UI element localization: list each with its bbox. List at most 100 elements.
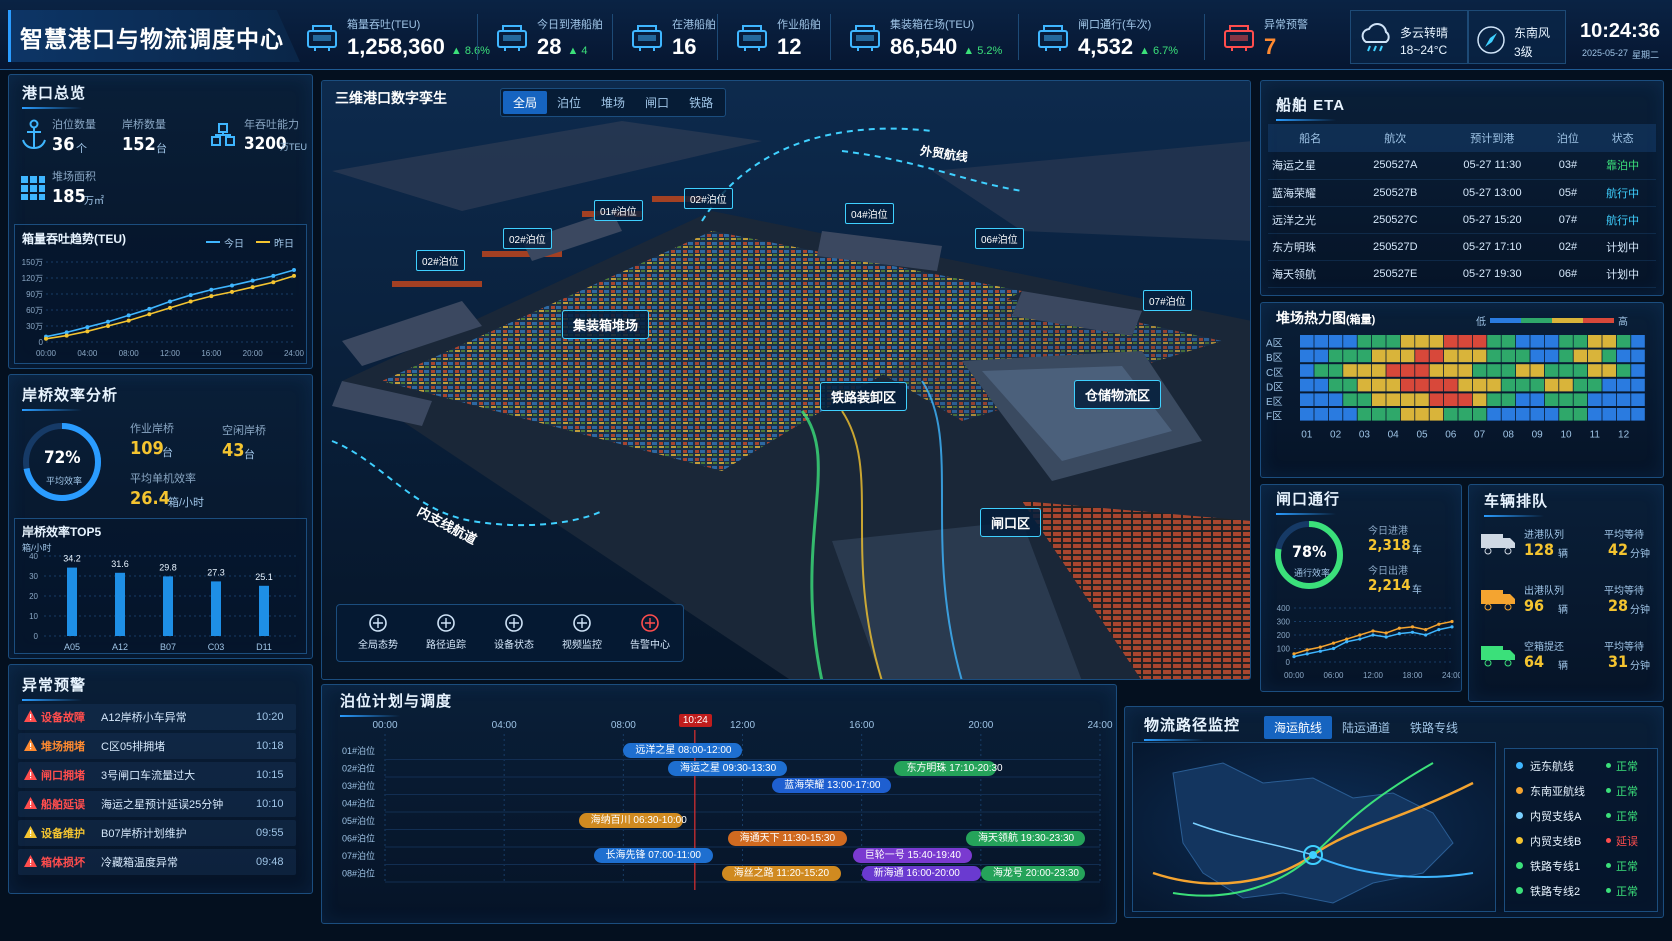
heatmap-cell[interactable] <box>1631 335 1645 348</box>
berth-label-01[interactable]: 01#泊位 <box>594 200 643 221</box>
tab-gate[interactable]: 闸口 <box>635 91 679 114</box>
heatmap-cell[interactable] <box>1544 378 1559 392</box>
heatmap-cell[interactable] <box>1444 364 1458 377</box>
toolbar-button-1[interactable]: 路径追踪 <box>414 612 478 658</box>
heatmap-cell[interactable] <box>1429 335 1444 348</box>
heatmap-cell[interactable] <box>1372 364 1386 377</box>
heatmap-cell[interactable] <box>1300 378 1314 392</box>
gantt-bar[interactable]: 海纳百川 06:30-10:00 <box>578 813 687 828</box>
berth-label-02b[interactable]: 02#泊位 <box>503 228 552 249</box>
heatmap-cell[interactable] <box>1458 364 1472 377</box>
heatmap-cell[interactable] <box>1415 393 1429 406</box>
heatmap-cell[interactable] <box>1631 408 1645 421</box>
heatmap-cell[interactable] <box>1400 335 1415 348</box>
heatmap-cell[interactable] <box>1516 349 1530 363</box>
heatmap-cell[interactable] <box>1516 335 1530 348</box>
heatmap-cell[interactable] <box>1429 378 1444 392</box>
heatmap-cell[interactable] <box>1458 393 1472 406</box>
heatmap-cell[interactable] <box>1314 349 1328 363</box>
heatmap-cell[interactable] <box>1300 335 1314 348</box>
gantt-bar[interactable]: 海丝之路 11:20-15:20 <box>721 865 841 881</box>
heatmap-cell[interactable] <box>1588 378 1602 392</box>
heatmap-cell[interactable] <box>1487 364 1501 377</box>
heatmap-cell[interactable] <box>1415 378 1429 392</box>
heatmap-cell[interactable] <box>1487 349 1501 363</box>
tab-global[interactable]: 全局 <box>503 91 548 114</box>
kpi-4[interactable]: 集装箱在场(TEU) 86,540 ▲ 5.2% <box>848 10 1002 65</box>
heatmap-cell[interactable] <box>1444 335 1458 348</box>
heatmap-cell[interactable] <box>1602 349 1616 363</box>
heatmap-cell[interactable] <box>1588 408 1602 421</box>
heatmap-cell[interactable] <box>1602 378 1616 392</box>
heatmap-cell[interactable] <box>1530 393 1544 406</box>
heatmap-cell[interactable] <box>1372 335 1386 348</box>
gantt-bar[interactable]: 蓝海荣耀 13:00-17:00 <box>772 778 892 793</box>
toolbar-button-2[interactable]: 设备状态 <box>482 612 546 658</box>
zone-rail-loading[interactable]: 铁路装卸区 <box>820 382 908 411</box>
heatmap-cell[interactable] <box>1343 349 1357 363</box>
heatmap-cell[interactable] <box>1544 408 1559 421</box>
heatmap-cell[interactable] <box>1300 408 1314 421</box>
heatmap-cell[interactable] <box>1386 349 1400 363</box>
alarm-row[interactable]: 设备故障 A12岸桥小车异常 10:20 <box>18 704 296 730</box>
eta-row[interactable]: 东方明珠 250527D 05-27 17:10 02# 计划中 <box>1268 233 1656 261</box>
heatmap-cell[interactable] <box>1616 393 1631 406</box>
alarm-row[interactable]: 堆场拥堵 C区05排拥堵 10:18 <box>18 733 296 759</box>
gantt-bar[interactable]: 海通天下 11:30-15:30 <box>727 830 847 846</box>
heatmap-cell[interactable] <box>1573 393 1588 406</box>
heatmap-cell[interactable] <box>1357 378 1372 392</box>
heatmap-cell[interactable] <box>1588 335 1602 348</box>
eta-row[interactable]: 海运之星 250527A 05-27 11:30 03# 靠泊中 <box>1268 152 1656 180</box>
heatmap-cell[interactable] <box>1616 408 1631 421</box>
heatmap-cell[interactable] <box>1314 408 1328 421</box>
heatmap-cell[interactable] <box>1357 408 1372 421</box>
heatmap-cell[interactable] <box>1372 378 1386 392</box>
berth-label-02a[interactable]: 02#泊位 <box>684 188 733 209</box>
heatmap-cell[interactable] <box>1357 349 1372 363</box>
heatmap-cell[interactable] <box>1415 349 1429 363</box>
heatmap-cell[interactable] <box>1314 378 1328 392</box>
heatmap-cell[interactable] <box>1357 393 1372 406</box>
tab-yard[interactable]: 堆场 <box>591 91 635 114</box>
heatmap-cell[interactable] <box>1472 378 1487 392</box>
heatmap-cell[interactable] <box>1314 393 1328 406</box>
gantt-bar[interactable]: 远洋之星 08:00-12:00 <box>623 743 743 758</box>
gantt-bar[interactable]: 海天领航 19:30-23:30 <box>965 830 1086 846</box>
gantt-bar[interactable]: 长海先锋 07:00-11:00 <box>593 848 713 863</box>
heatmap-cell[interactable] <box>1328 335 1343 348</box>
heatmap-cell[interactable] <box>1487 408 1501 421</box>
tab-rail-route[interactable]: 铁路专线 <box>1400 716 1468 739</box>
heatmap-cell[interactable] <box>1386 335 1400 348</box>
heatmap-cell[interactable] <box>1516 408 1530 421</box>
alarm-row[interactable]: 设备维护 B07岸桥计划维护 09:55 <box>18 820 296 846</box>
gantt-bar[interactable]: 海运之星 09:30-13:30 <box>668 760 788 776</box>
heatmap-cell[interactable] <box>1300 349 1314 363</box>
route-name[interactable]: 东南亚航线 <box>1530 783 1585 799</box>
heatmap-cell[interactable] <box>1530 364 1544 377</box>
zone-warehouse[interactable]: 仓储物流区 <box>1074 380 1162 409</box>
kpi-0[interactable]: 箱量吞吐(TEU) 1,258,360 ▲ 8.6% <box>305 10 490 65</box>
heatmap-cell[interactable] <box>1501 393 1516 406</box>
heatmap-cell[interactable] <box>1559 335 1573 348</box>
heatmap-cell[interactable] <box>1631 393 1645 406</box>
heatmap-cell[interactable] <box>1328 408 1343 421</box>
heatmap-cell[interactable] <box>1631 364 1645 377</box>
heatmap-cell[interactable] <box>1444 393 1458 406</box>
top5-bar[interactable] <box>115 572 125 636</box>
heatmap-cell[interactable] <box>1343 408 1357 421</box>
heatmap-cell[interactable] <box>1328 349 1343 363</box>
kpi-6[interactable]: 异常预警 7 <box>1222 10 1308 65</box>
toolbar-button-4[interactable]: 告警中心 <box>618 612 682 658</box>
top5-bar[interactable] <box>163 576 173 636</box>
tab-berth[interactable]: 泊位 <box>547 91 591 114</box>
heatmap-cell[interactable] <box>1343 378 1357 392</box>
heatmap-cell[interactable] <box>1300 364 1314 377</box>
heatmap-cell[interactable] <box>1415 364 1429 377</box>
heatmap-cell[interactable] <box>1472 349 1487 363</box>
heatmap-cell[interactable] <box>1631 349 1645 363</box>
heatmap-cell[interactable] <box>1386 378 1400 392</box>
heatmap-cell[interactable] <box>1588 349 1602 363</box>
berth-label-04[interactable]: 04#泊位 <box>845 203 894 224</box>
heatmap-cell[interactable] <box>1602 335 1616 348</box>
heatmap-cell[interactable] <box>1501 378 1516 392</box>
